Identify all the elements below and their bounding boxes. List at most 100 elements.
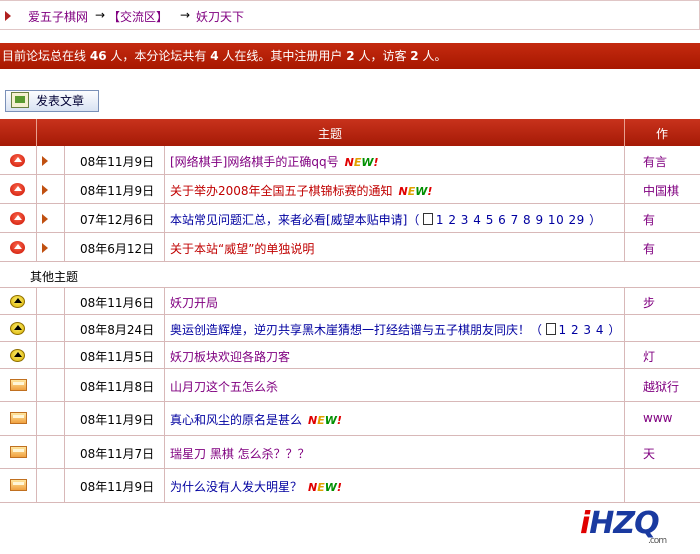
topic-folder-icon [10,412,27,424]
table-row: 08年11月6日 妖刀开局 步 [0,288,700,315]
stats-guests: 2 [410,49,419,63]
new-post-label: 发表文章 [36,94,85,108]
section-row: 其他主题 [0,262,700,288]
topic-title-link[interactable]: 奥运创造辉煌，逆刃共享黑木崖猜想一打经结谱与五子棋朋友同庆！ [170,323,530,337]
topic-cell: 妖刀板块欢迎各路刀客 [170,348,290,365]
table-row: 08年8月24日 奥运创造辉煌，逆刃共享黑木崖猜想一打经结谱与五子棋朋友同庆！（ 1… [0,315,700,342]
table-row: 08年11月9日 [网络棋手]网络棋手的正确qq号 NEW! 有言 [0,146,700,175]
breadcrumb-separator: → [180,8,191,22]
page-numbers[interactable]: 1 2 3 4 [559,323,604,337]
topic-date: 08年11月9日 [80,155,155,169]
topic-cell: 本站常见问题汇总，来者必看[威望本贴申请]（ 1 2 3 4 5 6 7 8 9 … [170,211,602,228]
table-header: 主题 作 [0,119,700,146]
topic-cell: 关于本站“威望”的单独说明 [170,240,314,257]
new-badge: NEW! [308,414,342,427]
table-row: 08年6月12日 关于本站“威望”的单独说明 有 [0,233,700,262]
topic-title-link[interactable]: 瑞星刀 黑棋 怎么杀？？？ [170,447,310,461]
topic-date: 08年11月9日 [80,413,155,427]
new-badge-letter: N [308,481,318,494]
breadcrumb-separator: → [95,8,106,22]
logo-i: i [580,506,590,541]
topic-author[interactable]: 有 [643,211,655,228]
topic-author[interactable]: 有言 [643,153,667,170]
topic-hot-icon [10,322,25,335]
topic-hot-icon [10,295,25,308]
new-badge-letter: N [344,156,354,169]
topic-folder-icon [10,446,27,458]
multipage-icon [545,323,556,335]
online-stats-text: 目前论坛总在线 46 人，本分论坛共有 4 人在线。其中注册用户 2 人，访客 … [2,43,446,69]
new-badge-letter: N [398,185,408,198]
topic-date: 08年11月9日 [80,480,155,494]
topic-hot-icon [10,349,25,362]
header-author: 作 [656,127,669,141]
breadcrumb: 爱五子棋网 → 【交流区】 → 妖刀天下 [0,0,700,30]
topic-date: 08年11月7日 [80,447,155,461]
stats-label: 人在线。其中注册用户 [222,49,343,63]
stats-label: 人，本分论坛共有 [110,49,207,63]
new-badge-letter: W [324,481,337,494]
new-badge-letter: ! [336,481,342,494]
topic-author[interactable]: 灯 [643,348,655,365]
topic-title-link[interactable]: 关于举办2008年全国五子棋锦标赛的通知 [170,184,393,198]
page-links: （1 2 3 4 ） [530,323,621,337]
topic-date: 08年11月6日 [80,296,155,310]
site-logo: iHZQ .com [580,506,667,546]
sticky-arrow-icon [42,156,48,166]
new-badge: NEW! [308,481,342,494]
topic-title-link[interactable]: 真心和风尘的原名是甚么 [170,413,302,427]
topic-folder-icon [10,379,27,391]
topic-pinned-icon [10,241,25,254]
topic-author[interactable]: 天 [643,445,655,462]
table-row: 08年11月9日 真心和风尘的原名是甚么 NEW! www [0,402,700,436]
topic-title-link[interactable]: 关于本站“威望”的单独说明 [170,242,314,256]
topic-title-link[interactable]: 山月刀这个五怎么杀 [170,380,278,394]
topic-folder-icon [10,479,27,491]
post-icon [11,92,29,108]
new-badge-letter: E [317,414,325,427]
topic-cell: 真心和风尘的原名是甚么 NEW! [170,411,342,428]
new-badge-letter: ! [427,185,433,198]
topic-cell: 奥运创造辉煌，逆刃共享黑木崖猜想一打经结谱与五子棋朋友同庆！（ 1 2 3 4 ） [170,321,621,338]
topic-author[interactable]: 中国棋 [643,182,679,199]
new-badge-letter: W [324,414,337,427]
topic-cell: [网络棋手]网络棋手的正确qq号 NEW! [170,153,379,170]
breadcrumb-forum-link[interactable]: 【交流区】 [108,8,168,25]
topic-cell: 妖刀开局 [170,294,218,311]
topic-author[interactable]: 有 [643,240,655,257]
new-badge-letter: ! [373,156,379,169]
topic-cell: 关于举办2008年全国五子棋锦标赛的通知 NEW! [170,182,432,199]
table-row: 08年11月9日 关于举办2008年全国五子棋锦标赛的通知 NEW! 中国棋 [0,175,700,204]
topic-date: 07年12月6日 [80,213,155,227]
section-label: 其他主题 [30,270,79,284]
topic-pinned-icon [10,212,25,225]
stats-total: 46 [89,49,107,63]
topic-date: 08年8月24日 [80,323,155,337]
topic-title-link[interactable]: [网络棋手]网络棋手的正确qq号 [170,155,339,169]
multipage-icon [422,213,433,225]
stats-forum-online: 4 [210,49,219,63]
page-numbers[interactable]: 1 2 3 4 5 6 7 8 9 10 29 [436,213,585,227]
page-links: （1 2 3 4 5 6 7 8 9 10 29 ） [407,213,602,227]
new-badge-letter: N [308,414,318,427]
topic-title-link[interactable]: 妖刀板块欢迎各路刀客 [170,350,290,364]
logo-domain: .com [648,536,667,546]
stats-label: 目前论坛总在线 [2,49,87,63]
topic-title-link[interactable]: 为什么没有人发大明星？ [170,480,302,494]
topic-author[interactable]: 越狱行 [643,378,679,395]
topic-date: 08年11月8日 [80,380,155,394]
topic-author[interactable]: www [643,411,672,425]
topic-cell: 为什么没有人发大明星？ NEW! [170,478,342,495]
sticky-arrow-icon [42,243,48,253]
breadcrumb-home-link[interactable]: 爱五子棋网 [28,8,88,25]
table-row: 08年11月5日 妖刀板块欢迎各路刀客 灯 [0,342,700,369]
topic-title-link[interactable]: 本站常见问题汇总，来者必看[威望本贴申请] [170,213,407,227]
topic-title-link[interactable]: 妖刀开局 [170,296,218,310]
new-badge-letter: W [361,156,374,169]
new-post-button[interactable]: 发表文章 [5,90,99,112]
table-row: 08年11月8日 山月刀这个五怎么杀 越狱行 [0,369,700,402]
topic-author[interactable]: 步 [643,294,655,311]
sticky-arrow-icon [42,185,48,195]
table-row: 08年11月7日 瑞星刀 黑棋 怎么杀？？？ 天 [0,436,700,469]
topic-pinned-icon [10,183,25,196]
